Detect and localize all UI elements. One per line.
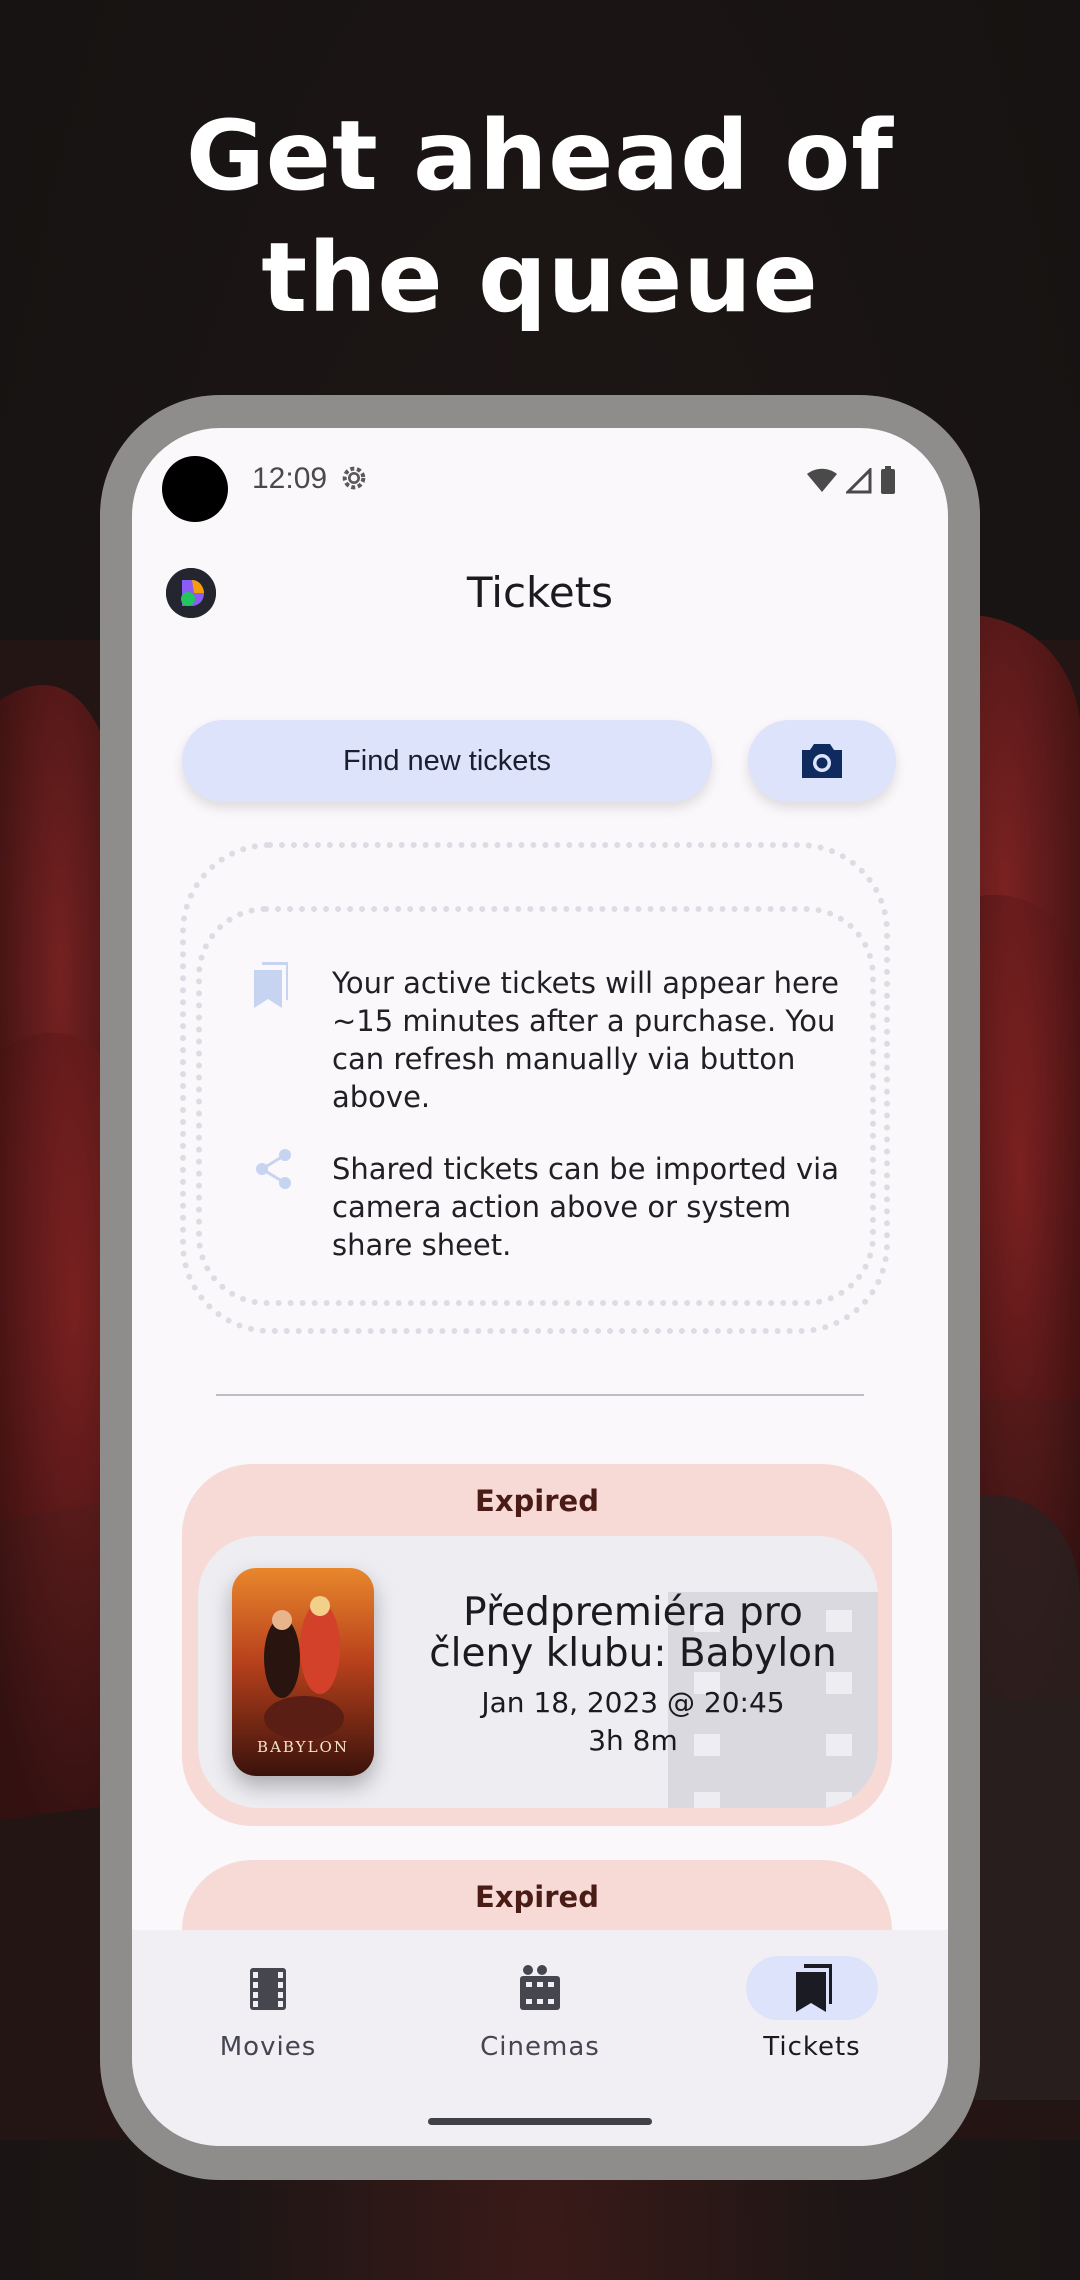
phone-screen: 12:09 Tickets Find new tickets Your acti… [132, 428, 948, 2146]
nav-item-tickets[interactable]: Tickets [676, 1930, 948, 2146]
ticket-movie-title: Předpremiéra pro členy klubu: Babylon [429, 1590, 837, 1676]
headline-line-2: the queue [261, 222, 819, 334]
status-bar: 12:09 [132, 428, 948, 538]
settings-gear-icon [338, 462, 370, 498]
nav-item-movies[interactable]: Movies [132, 1930, 404, 2146]
shared-tickets-info-text: Shared tickets can be imported via camer… [332, 1152, 839, 1262]
movie-poster: BABYLON [232, 1568, 374, 1776]
ticket-status-badge: Expired [475, 1484, 599, 1518]
ticket-date: Jan 18, 2023 @ 20:45 [481, 1686, 785, 1719]
nav-label: Cinemas [480, 2032, 600, 2062]
bottom-navigation: Movies Cinemas Tickets [132, 1930, 948, 2146]
ticket-status-badge: Expired [475, 1880, 599, 1914]
gesture-home-bar[interactable] [428, 2118, 652, 2125]
bookmark-icon [252, 962, 292, 1012]
ticket-details[interactable]: BABYLON Předpremiéra pro členy klubu: Ba… [198, 1536, 878, 1808]
status-time: 12:09 [252, 462, 328, 495]
find-new-tickets-button[interactable]: Find new tickets [182, 720, 712, 802]
wifi-icon [807, 468, 837, 492]
poster-title: BABYLON [257, 1738, 349, 1756]
cinema-icon [520, 1965, 560, 2010]
nav-label: Movies [219, 2032, 317, 2062]
ticket-card[interactable]: Expired [182, 1464, 892, 1826]
headline: Get ahead of the queue [0, 95, 1080, 339]
tickets-icon [796, 1964, 832, 2012]
divider [216, 1394, 864, 1396]
nav-item-cinemas[interactable]: Cinemas [404, 1930, 676, 2146]
camera-icon [802, 744, 842, 778]
active-tickets-info-text: Your active tickets will appear here ~15… [332, 966, 839, 1114]
signal-icon [846, 468, 872, 494]
status-icons [806, 466, 896, 494]
nav-label: Tickets [763, 2032, 861, 2062]
film-icon [250, 1968, 286, 2010]
headline-line-1: Get ahead of [185, 100, 895, 212]
page-title: Tickets [466, 568, 614, 617]
camera-button[interactable] [748, 720, 896, 802]
front-camera-cutout [162, 456, 228, 522]
battery-icon [881, 466, 895, 494]
share-icon [254, 1148, 294, 1194]
ticket-duration: 3h 8m [588, 1724, 678, 1757]
